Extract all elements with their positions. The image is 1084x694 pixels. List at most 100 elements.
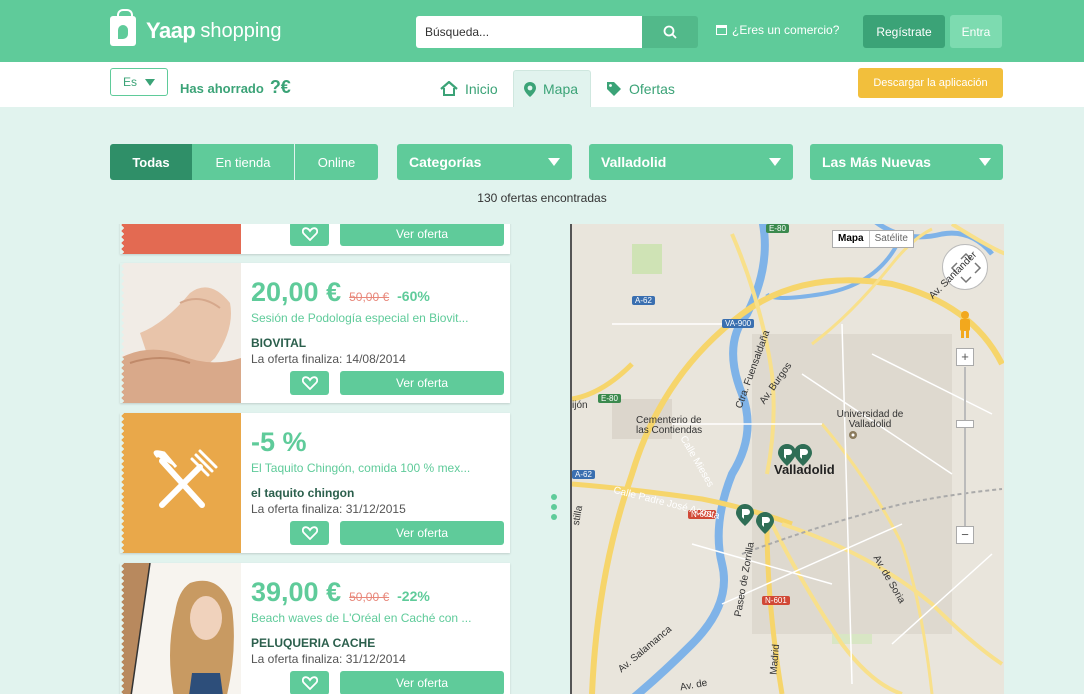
- shop-name: PELUQUERIA CACHE: [251, 636, 376, 650]
- discount: -22%: [397, 588, 430, 604]
- logo-word: shopping: [200, 19, 282, 42]
- price-old: 50,00 €: [349, 590, 390, 604]
- login-button[interactable]: Entra: [950, 15, 1002, 48]
- tab-ofertas[interactable]: Ofertas: [596, 70, 685, 107]
- offer-thumbnail: [120, 563, 241, 694]
- filter-en-tienda[interactable]: En tienda: [192, 144, 294, 180]
- road-shield: E-80: [766, 224, 789, 233]
- view-offer-button[interactable]: Ver oferta: [340, 224, 504, 246]
- map-type-control[interactable]: Mapa Satélite: [832, 230, 914, 248]
- offer-end-date: La oferta finaliza: 31/12/2015: [251, 502, 406, 516]
- zigzag-edge: [120, 263, 126, 403]
- offer-card[interactable]: 39,00 € 50,00 € -22% Beach waves de L'Or…: [120, 563, 510, 694]
- heart-icon: [301, 676, 318, 690]
- filter-todas[interactable]: Todas: [110, 144, 192, 180]
- zoom-slider-thumb[interactable]: [956, 420, 974, 428]
- zoom-in-button[interactable]: +: [956, 348, 974, 366]
- offer-end-date: La oferta finaliza: 14/08/2014: [251, 352, 406, 366]
- price-current: 39,00 €: [251, 577, 342, 607]
- zoom-slider-track[interactable]: [964, 367, 966, 526]
- resize-handle[interactable]: [551, 494, 557, 520]
- caret-down-icon: [979, 158, 991, 166]
- top-bar: Yaap shopping ¿Eres un comercio? Regístr…: [0, 0, 1084, 62]
- savings-display: Has ahorrado ?€: [180, 77, 291, 98]
- search-button[interactable]: [642, 16, 698, 48]
- favorite-button[interactable]: [290, 371, 329, 395]
- tab-ofertas-label: Ofertas: [629, 80, 675, 97]
- heart-icon: [301, 227, 318, 241]
- tag-icon: [607, 81, 621, 96]
- language-select[interactable]: Es: [110, 68, 168, 96]
- caret-down-icon: [145, 78, 155, 86]
- caret-down-icon: [548, 158, 560, 166]
- offer-card[interactable]: Ver oferta: [120, 224, 510, 254]
- handle-dot: [551, 514, 557, 520]
- road-shield: VA-900: [722, 319, 755, 328]
- map-type-satellite[interactable]: Satélite: [868, 231, 913, 247]
- road-shield: N-601: [762, 596, 790, 605]
- zoom-out-button[interactable]: −: [956, 526, 974, 544]
- sort-dropdown[interactable]: Las Más Nuevas: [810, 144, 1003, 180]
- city-dropdown[interactable]: Valladolid: [589, 144, 793, 180]
- road-shield: A-62: [572, 470, 595, 479]
- map-pin-icon[interactable]: [794, 444, 812, 466]
- tab-inicio[interactable]: Inicio: [430, 70, 508, 107]
- category-dropdown[interactable]: Categorías: [397, 144, 572, 180]
- view-offer-button[interactable]: Ver oferta: [340, 371, 504, 395]
- map-type-map[interactable]: Mapa: [833, 231, 869, 247]
- map-label: ijón: [572, 400, 588, 411]
- map-pin-icon[interactable]: [736, 504, 754, 526]
- category-value: Categorías: [409, 154, 482, 170]
- view-offer-button[interactable]: Ver oferta: [340, 521, 504, 545]
- offer-thumbnail: [120, 413, 241, 553]
- shopping-bag-icon: [110, 9, 136, 46]
- logo-mark: Yaap: [146, 18, 196, 43]
- offer-thumbnail: [120, 224, 241, 254]
- handle-dot: [551, 494, 557, 500]
- merchant-link[interactable]: ¿Eres un comercio?: [716, 23, 839, 37]
- pin-icon: [524, 81, 536, 97]
- cutlery-icon: [153, 449, 218, 508]
- map-label: Cementerio de las Contiendas: [636, 415, 703, 436]
- search-input[interactable]: [416, 16, 642, 48]
- zigzag-edge: [120, 563, 126, 694]
- favorite-button[interactable]: [290, 671, 329, 694]
- offer-card[interactable]: -5 % El Taquito Chingón, comida 100 % me…: [120, 413, 510, 553]
- language-value: Es: [122, 75, 137, 89]
- store-icon: [716, 25, 727, 35]
- map-label: Universidad de Valladolid: [836, 409, 904, 430]
- heart-icon: [301, 526, 318, 540]
- view-offer-button[interactable]: Ver oferta: [340, 671, 504, 694]
- map-pin-icon[interactable]: [756, 512, 774, 534]
- offer-card[interactable]: 20,00 € 50,00 € -60% Sesión de Podología…: [120, 263, 510, 403]
- results-count: 130 ofertas encontradas: [477, 191, 607, 205]
- register-button[interactable]: Regístrate: [863, 15, 945, 48]
- feet-photo: [120, 287, 241, 403]
- offer-price: 20,00 € 50,00 € -60%: [251, 277, 430, 308]
- savings-label: Has ahorrado: [180, 81, 264, 96]
- favorite-button[interactable]: [290, 521, 329, 545]
- search-icon: [663, 25, 677, 39]
- offer-price: 39,00 € 50,00 € -22%: [251, 577, 430, 608]
- discount: -60%: [397, 288, 430, 304]
- favorite-button[interactable]: [290, 224, 329, 246]
- tab-mapa[interactable]: Mapa: [513, 70, 591, 107]
- sort-value: Las Más Nuevas: [822, 154, 931, 170]
- shop-name: el taquito chingon: [251, 486, 355, 500]
- hair-model-photo: [120, 563, 241, 694]
- city-value: Valladolid: [601, 154, 667, 170]
- filter-online[interactable]: Online: [295, 144, 378, 180]
- university-icon: [849, 431, 857, 439]
- map-view[interactable]: Mapa Satélite + − E-80 A-62 VA-900 E-80 …: [570, 224, 1004, 694]
- offer-title[interactable]: El Taquito Chingón, comida 100 % mex...: [251, 461, 470, 475]
- offer-title[interactable]: Sesión de Podología especial en Biovit..…: [251, 311, 468, 325]
- download-app-button[interactable]: Descargar la aplicación: [858, 68, 1003, 98]
- offer-list[interactable]: Ver oferta 20,00 € 50,00 € -60% Sesión d…: [110, 224, 530, 694]
- yaap-logo[interactable]: Yaap shopping: [110, 9, 282, 50]
- offer-title[interactable]: Beach waves de L'Oréal en Caché con ...: [251, 611, 471, 625]
- zigzag-edge: [120, 413, 126, 553]
- street-view-pegman-icon[interactable]: [957, 310, 973, 338]
- zigzag-edge: [120, 224, 126, 254]
- offer-thumbnail: [120, 263, 241, 403]
- search-bar: [416, 16, 698, 48]
